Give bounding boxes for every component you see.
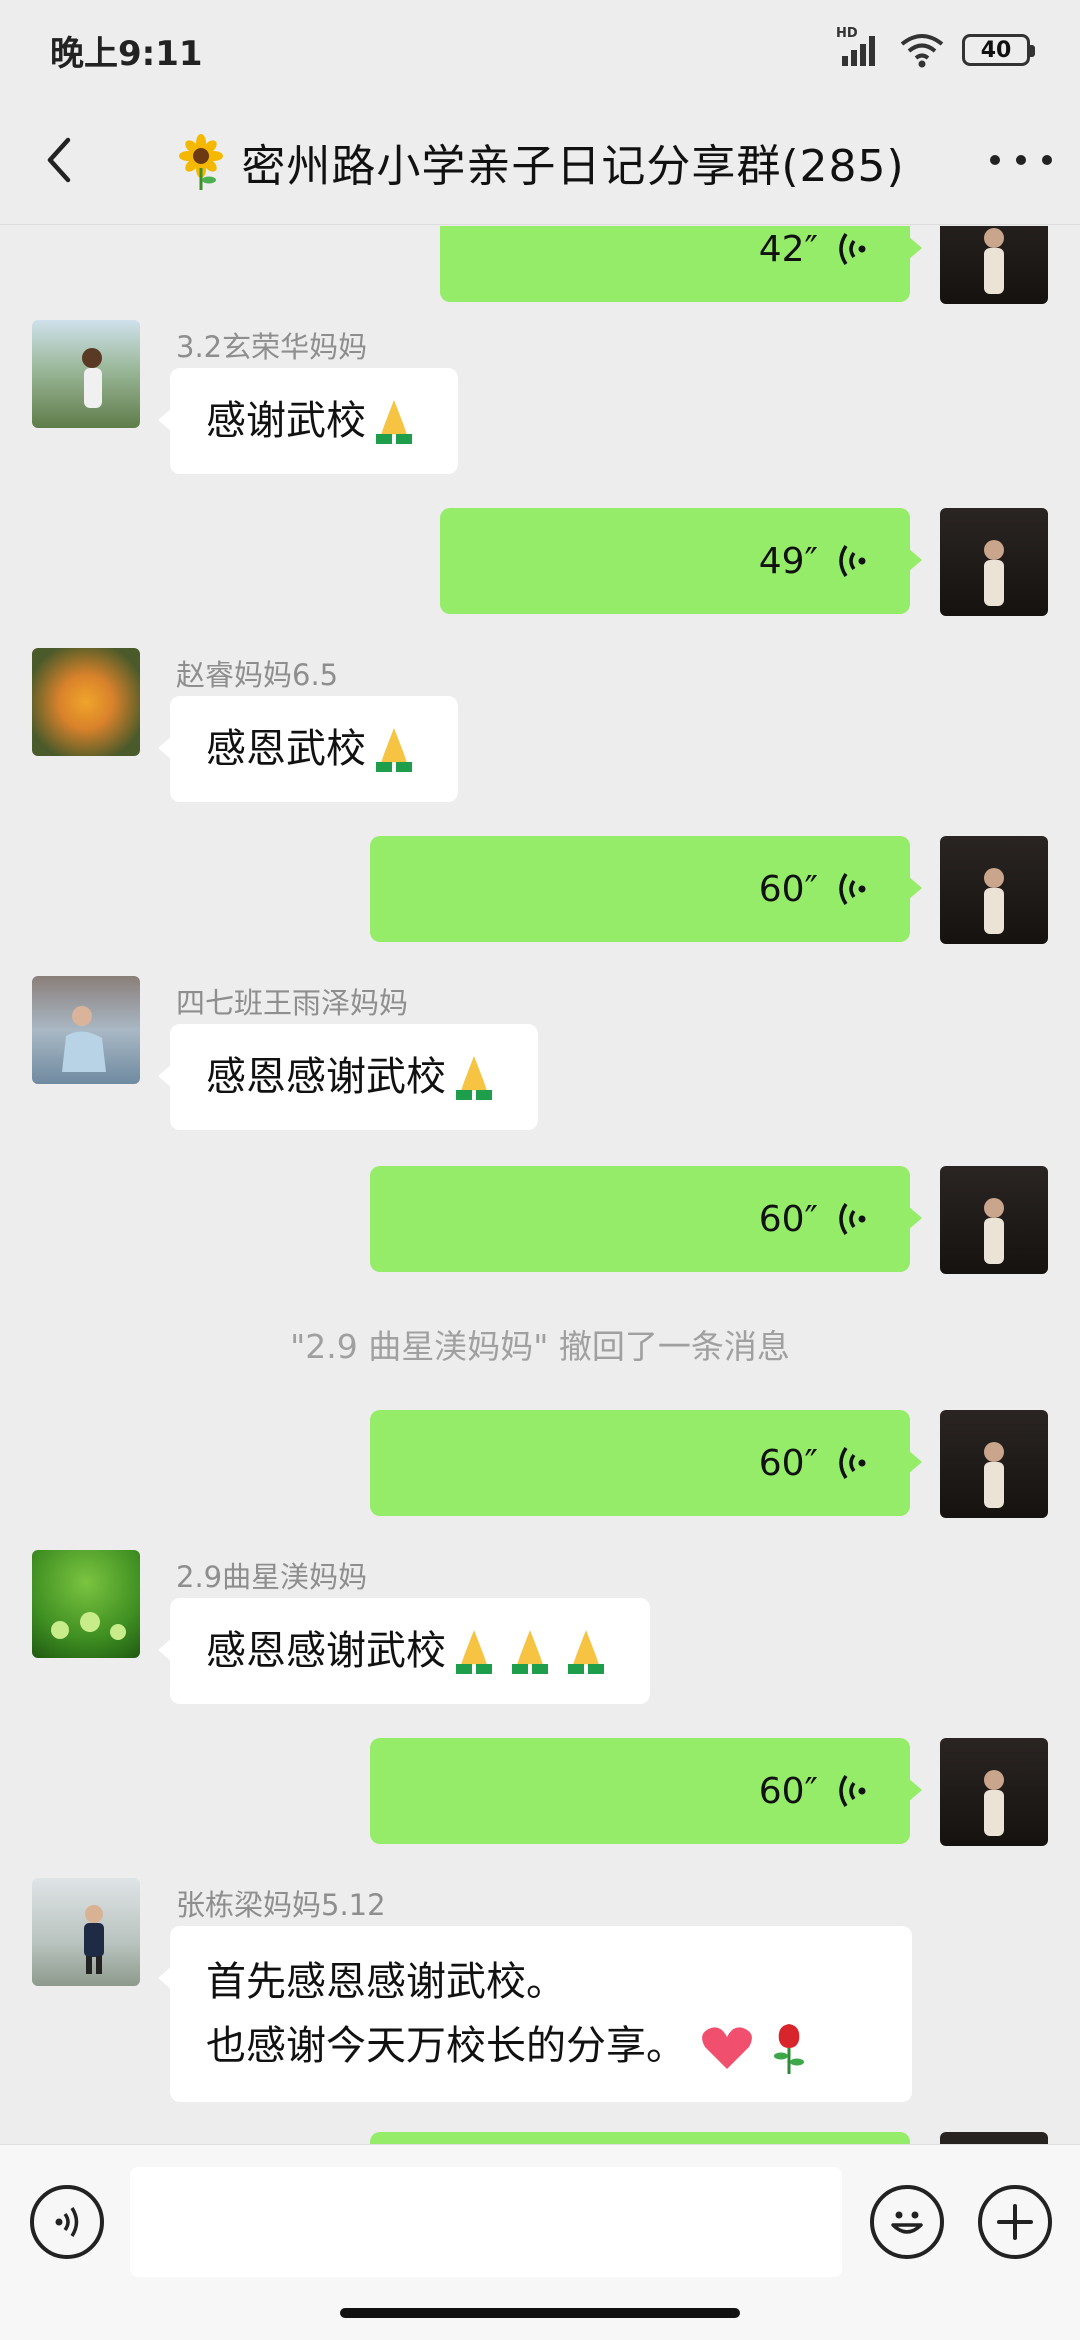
voice-wave-icon [839,233,866,265]
voice-message[interactable]: 42″ [440,226,922,302]
message-text-line: 也感谢今天万校长的分享。 [206,2023,686,2069]
voice-duration: 60″ [758,1442,818,1484]
avatar[interactable] [940,508,1048,616]
voice-wave-icon [839,1203,866,1235]
voice-input-icon[interactable] [30,2185,104,2259]
rose-emoji [774,2024,805,2074]
text-message[interactable]: 首先感恩感谢武校。 也感谢今天万校长的分享。 [158,1926,912,2102]
avatar[interactable] [32,976,140,1084]
voice-wave-icon [839,1775,866,1807]
more-icon[interactable] [990,135,1052,185]
voice-wave-icon [839,545,866,577]
message-text: 感谢武校 [206,398,366,444]
folded-hands-emoji [568,1630,604,1674]
status-time: 晚上9:11 [50,33,203,74]
message-text-line-2: 也感谢今天万校长的分享。 [206,2014,811,2078]
recall-notice: "2.9 曲星渼妈妈" 撤回了一条消息 [290,1327,790,1366]
wifi-icon [900,34,944,68]
avatar[interactable] [940,1410,1048,1518]
voice-message[interactable]: 60″ [370,1166,922,1272]
sender-name: 3.2玄荣华妈妈 [176,330,368,364]
voice-duration: 60″ [758,1198,818,1240]
chat-header: 密州路小学亲子日记分享群(285) [0,100,1080,225]
voice-duration: 42″ [758,228,818,270]
sender-name: 四七班王雨泽妈妈 [176,986,409,1020]
folded-hands-emoji [456,1630,492,1674]
text-message[interactable]: 感恩感谢武校 [158,1024,538,1130]
battery-icon: 40 [962,34,1035,66]
avatar[interactable] [32,648,140,756]
folded-hands-emoji [376,400,412,444]
voice-duration: 60″ [758,868,818,910]
message-input[interactable] [130,2167,842,2277]
status-bar: 晚上9:11 HD 40 [0,0,1080,100]
folded-hands-emoji [376,728,412,772]
voice-duration: 60″ [758,1770,818,1812]
message-list[interactable]: 42″ 3.2玄荣华妈妈 感谢武校 49″ 赵睿妈妈6.5 感恩武校 60″ 四… [0,226,1080,2144]
avatar[interactable] [940,226,1048,304]
message-text: 感恩感谢武校 [206,1054,446,1100]
avatar[interactable] [940,1738,1048,1846]
voice-duration: 49″ [758,540,818,582]
avatar[interactable] [940,836,1048,944]
cellular-signal-icon: HD [836,26,882,68]
plus-icon[interactable] [978,2185,1052,2259]
voice-message[interactable]: 60″ [370,836,922,942]
emoji-icon[interactable] [870,2185,944,2259]
folded-hands-emoji [456,1056,492,1100]
avatar[interactable] [32,1878,140,1986]
avatar[interactable] [940,1166,1048,1274]
battery-level: 40 [980,37,1012,63]
text-message[interactable]: 感谢武校 [158,368,458,474]
folded-hands-emoji [512,1630,548,1674]
sender-name: 2.9曲星渼妈妈 [176,1560,368,1594]
text-message[interactable]: 感恩感谢武校 [158,1598,650,1704]
chat-title: 密州路小学亲子日记分享群(285) [241,141,905,192]
sunflower-icon [179,134,224,190]
heart-emoji [701,2027,752,2069]
sender-name: 赵睿妈妈6.5 [176,658,339,692]
voice-message-partial[interactable] [370,2132,910,2144]
voice-wave-icon [839,1447,866,1479]
status-icons: HD 40 [836,26,1035,68]
message-text: 感恩武校 [206,726,366,772]
text-message[interactable]: 感恩武校 [158,696,458,802]
avatar[interactable] [32,320,140,428]
voice-message[interactable]: 60″ [370,1410,922,1516]
voice-message[interactable]: 60″ [370,1738,922,1844]
network-type: HD [836,26,858,41]
back-arrow-icon[interactable] [30,130,90,190]
avatar[interactable] [940,2132,1048,2144]
message-text: 感恩感谢武校 [206,1628,446,1674]
voice-message[interactable]: 49″ [440,508,922,614]
message-text-line: 首先感恩感谢武校。 [206,1959,566,2005]
sender-name: 张栋梁妈妈5.12 [176,1888,386,1922]
home-indicator[interactable] [340,2308,740,2318]
avatar[interactable] [32,1550,140,1658]
voice-wave-icon [839,873,866,905]
chat-title-group: 密州路小学亲子日记分享群(285) [175,130,904,194]
